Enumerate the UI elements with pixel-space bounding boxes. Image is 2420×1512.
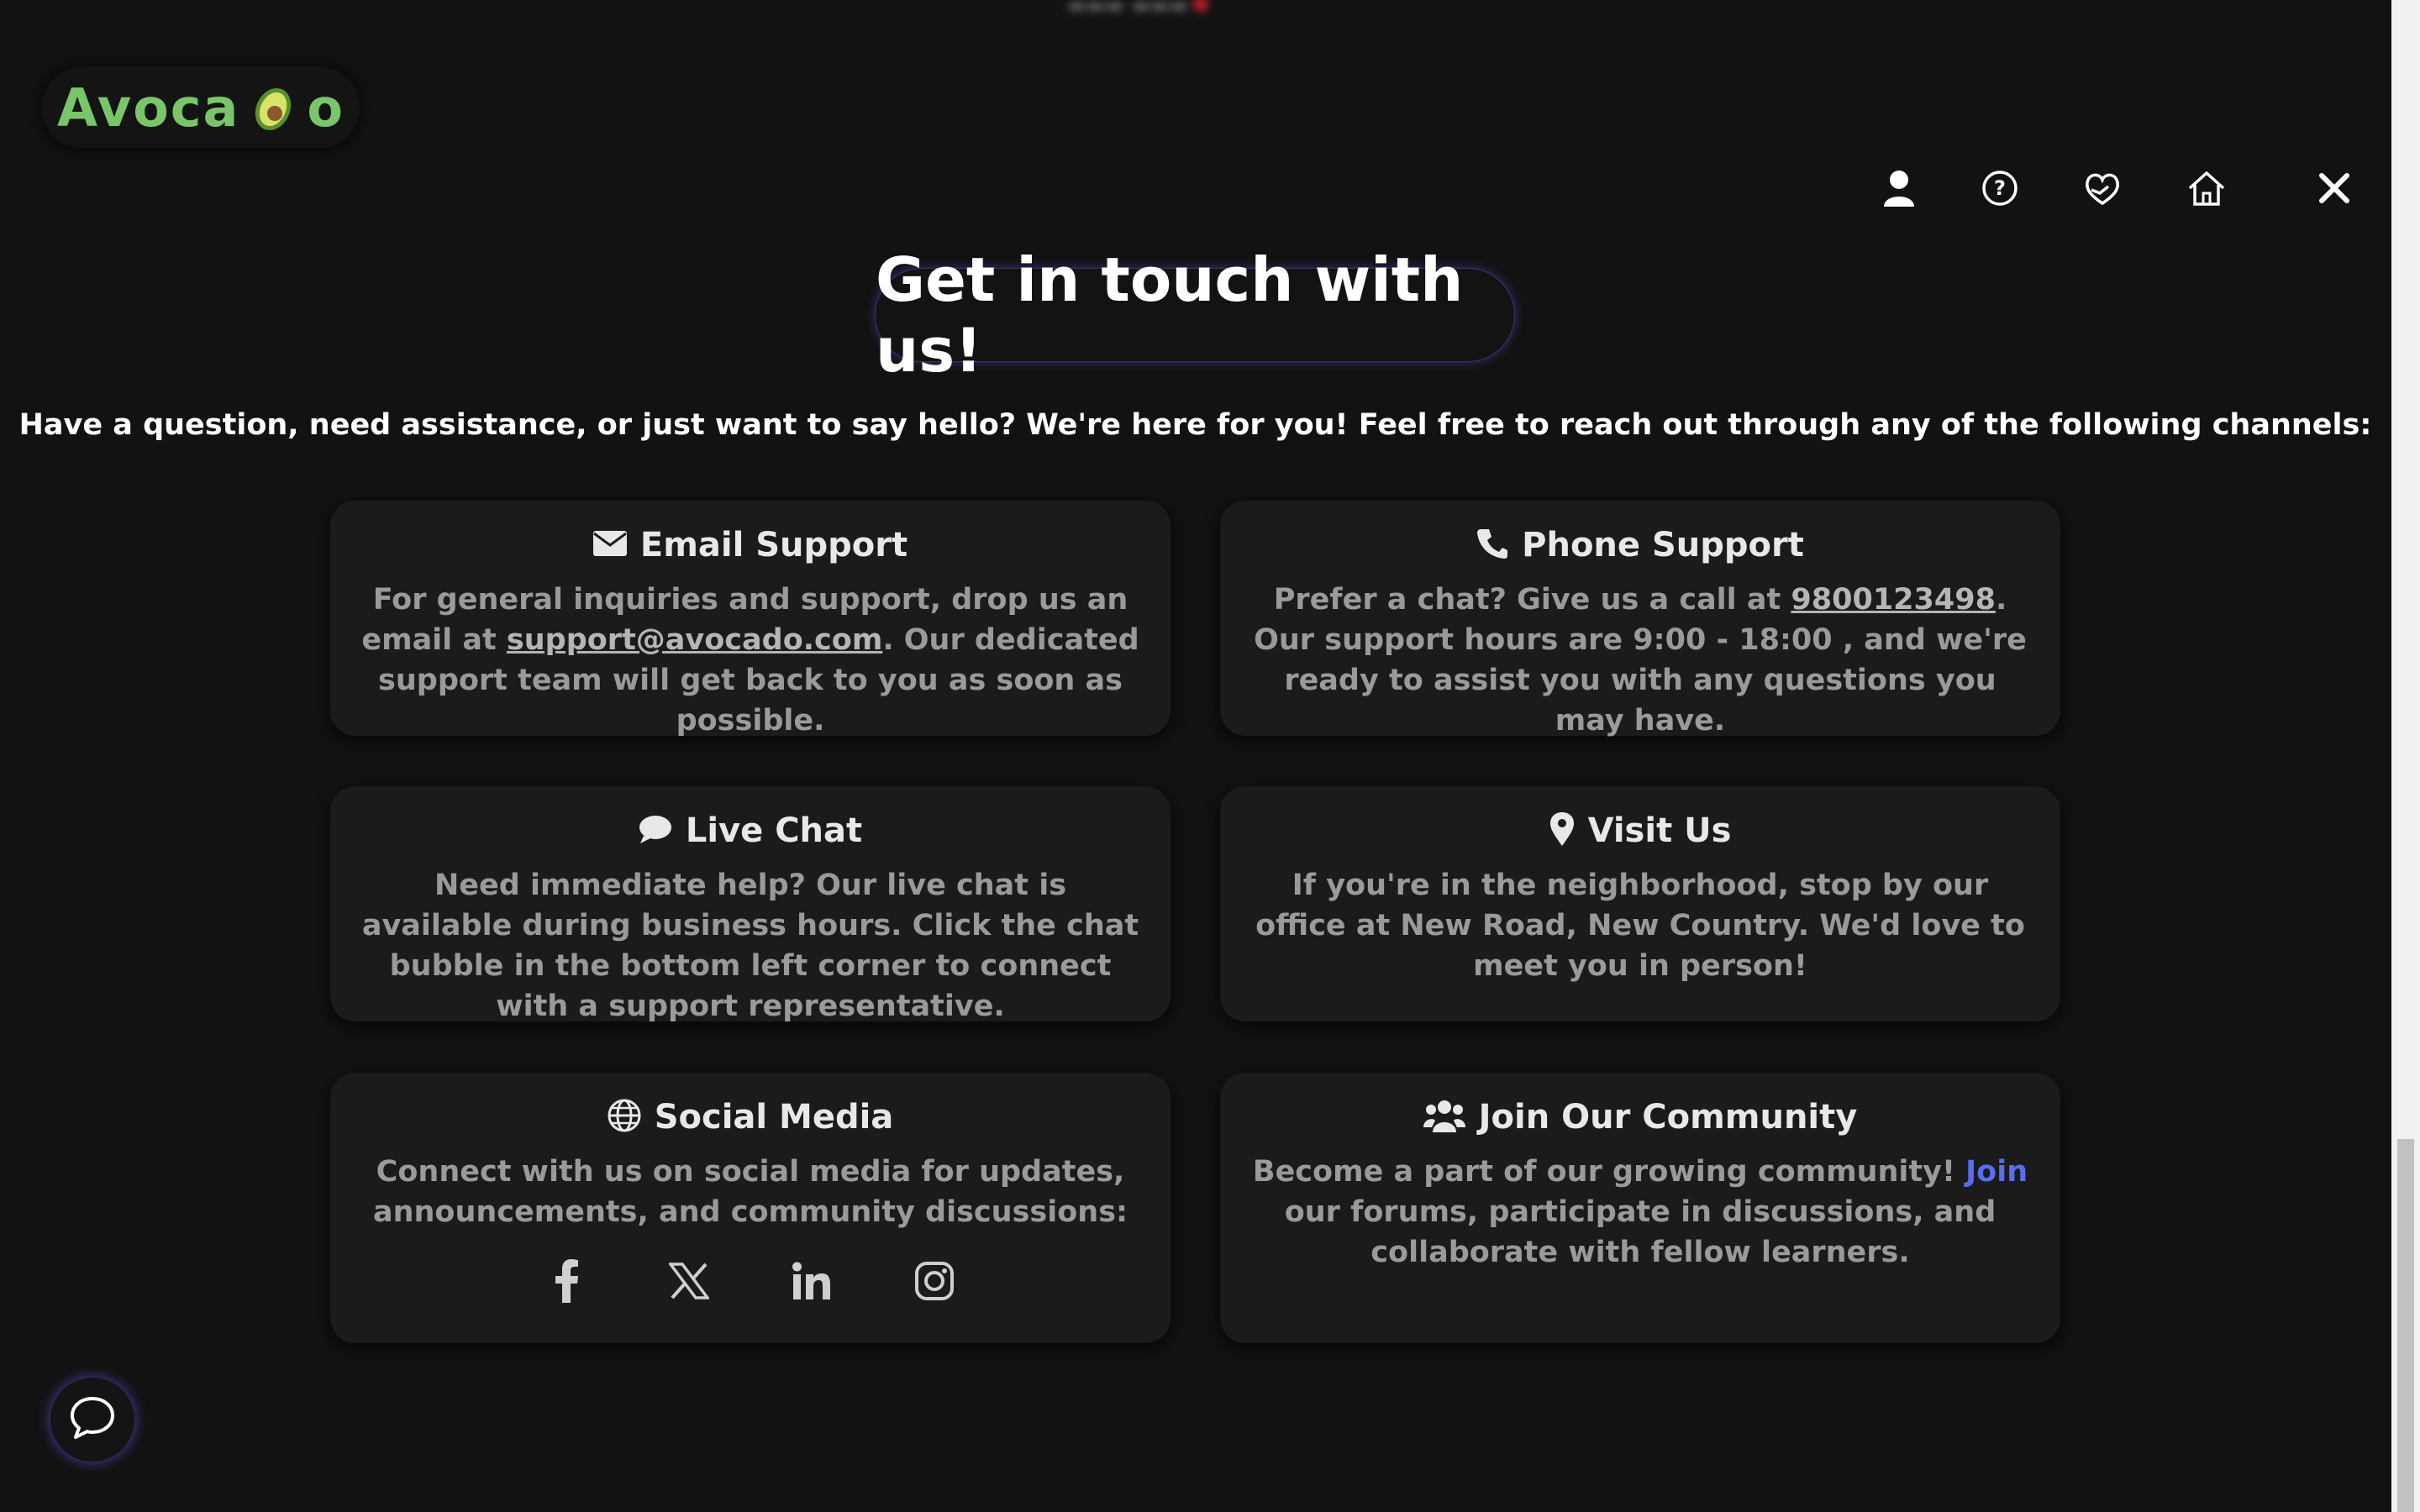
phone-support-text: Prefer a chat? Give us a call at 9800123… bbox=[1245, 580, 2035, 741]
page-scrollbar[interactable] bbox=[2391, 0, 2420, 1512]
live-chat-card: Live Chat Need immediate help? Our live … bbox=[330, 786, 1171, 1023]
email-support-text: For general inquiries and support, drop … bbox=[355, 580, 1145, 741]
social-media-card: Social Media Connect with us on social m… bbox=[330, 1073, 1171, 1343]
email-support-title: Email Support bbox=[639, 526, 908, 564]
users-icon bbox=[1423, 1099, 1465, 1136]
user-icon[interactable] bbox=[1876, 165, 1923, 212]
chat-bubble-icon bbox=[639, 814, 672, 848]
instagram-icon[interactable] bbox=[911, 1257, 958, 1305]
page-title-container: Get in touch with us! bbox=[876, 244, 1514, 386]
social-media-text: Connect with us on social media for upda… bbox=[372, 1155, 1128, 1229]
phone-support-title: Phone Support bbox=[1522, 526, 1804, 564]
chat-widget-button[interactable] bbox=[50, 1378, 134, 1462]
community-text-before: Become a part of our growing community! bbox=[1252, 1155, 1966, 1189]
globe-icon bbox=[608, 1099, 641, 1136]
visit-us-text: If you're in the neighborhood, stop by o… bbox=[1255, 869, 2025, 983]
linkedin-icon[interactable] bbox=[788, 1257, 835, 1305]
x-twitter-icon[interactable] bbox=[666, 1257, 713, 1305]
phone-support-card: Phone Support Prefer a chat? Give us a c… bbox=[1220, 501, 2060, 738]
svg-text:?: ? bbox=[1994, 176, 2006, 200]
facebook-icon[interactable] bbox=[543, 1257, 590, 1305]
community-text-after: our forums, participate in discussions, … bbox=[1284, 1195, 1996, 1269]
live-chat-title: Live Chat bbox=[685, 811, 863, 850]
join-community-text: Become a part of our growing community! … bbox=[1245, 1152, 2035, 1273]
join-link[interactable]: Join bbox=[1965, 1155, 2028, 1189]
visit-us-title: Visit Us bbox=[1587, 811, 1732, 850]
avocado-icon bbox=[248, 82, 298, 133]
logo-text-end: o bbox=[307, 76, 345, 139]
home-icon[interactable] bbox=[2183, 165, 2230, 212]
social-media-title: Social Media bbox=[654, 1098, 894, 1137]
visit-us-card: Visit Us If you're in the neighborhood, … bbox=[1220, 786, 2060, 1021]
email-support-card: Email Support For general inquiries and … bbox=[330, 501, 1171, 738]
donate-heart-icon[interactable] bbox=[2079, 165, 2126, 212]
logo-text-start: Avoca bbox=[57, 76, 240, 139]
map-pin-icon bbox=[1549, 811, 1575, 850]
phone-text-before: Prefer a chat? Give us a call at bbox=[1273, 583, 1791, 617]
support-phone-link[interactable]: 9800123498 bbox=[1791, 583, 1996, 617]
page-subtitle: Have a question, need assistance, or jus… bbox=[18, 408, 2372, 442]
page-title: Get in touch with us! bbox=[876, 244, 1464, 386]
brand-logo[interactable]: Avoca o bbox=[42, 67, 360, 148]
join-community-title: Join Our Community bbox=[1478, 1098, 1858, 1137]
scrollbar-thumb[interactable] bbox=[2397, 1139, 2414, 1512]
close-icon[interactable] bbox=[2311, 165, 2358, 212]
envelope-icon bbox=[592, 531, 627, 559]
live-chat-text: Need immediate help? Our live chat is av… bbox=[361, 869, 1139, 1023]
join-community-card: Join Our Community Become a part of our … bbox=[1220, 1073, 2060, 1343]
chat-bubble-icon bbox=[69, 1395, 116, 1444]
help-circle-icon[interactable]: ? bbox=[1976, 165, 2023, 212]
support-email-link[interactable]: support@avocado.com bbox=[507, 623, 882, 657]
phone-icon bbox=[1476, 528, 1508, 563]
social-links bbox=[355, 1257, 1145, 1305]
blurred-banner: ▬▬▬ ▬▬▬ bbox=[1067, 0, 1319, 17]
